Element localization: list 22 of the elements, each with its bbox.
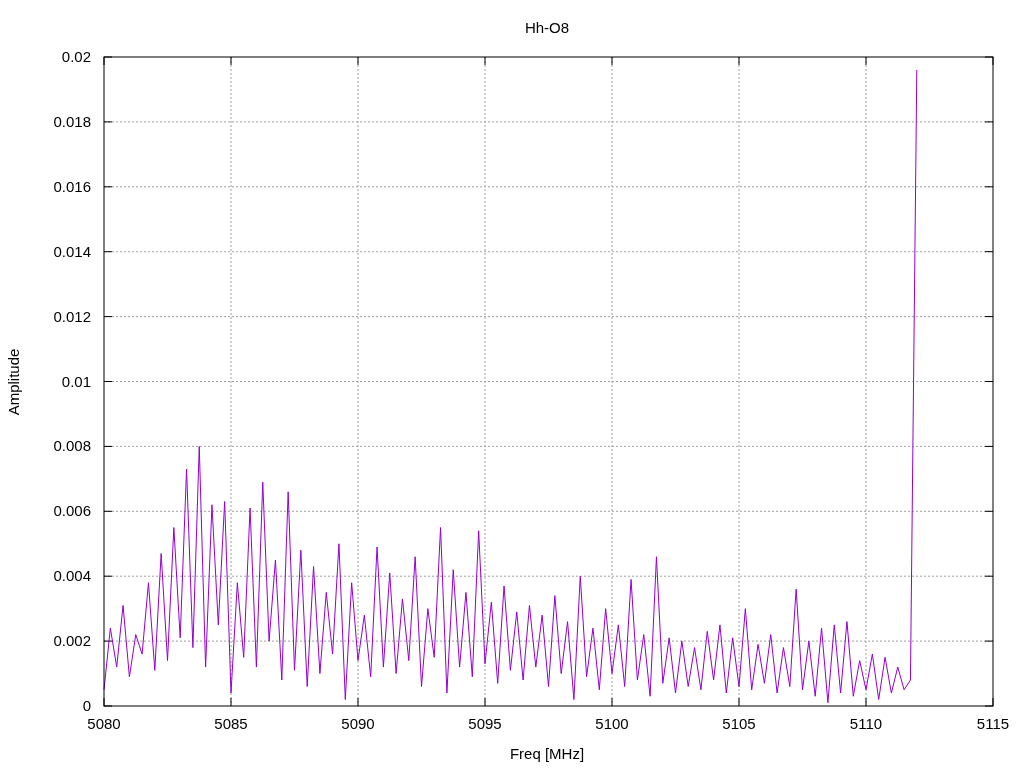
tick-label: 5105 — [722, 715, 756, 732]
axis-label: Amplitude — [5, 348, 22, 416]
axis-label: Freq [MHz] — [509, 745, 585, 762]
tick-label: 0.012 — [53, 307, 91, 325]
tick-label: 0.02 — [61, 48, 91, 65]
chart-title: Hh-O8 — [524, 19, 570, 36]
tick-label: 0.014 — [53, 242, 91, 260]
tick-label: 0.002 — [53, 632, 91, 650]
tick-label: 5085 — [214, 715, 248, 732]
tick-label: 0.016 — [53, 177, 91, 195]
tick-label: 5080 — [87, 715, 121, 732]
tick-label: 5115 — [976, 715, 1010, 732]
tick-label: 0.008 — [53, 437, 91, 455]
tick-label: 5095 — [468, 715, 502, 732]
tick-label: 0.004 — [53, 567, 91, 585]
tick-label: 5110 — [849, 715, 883, 732]
tick-label: 5090 — [341, 715, 375, 732]
tick-label: 0.006 — [53, 502, 91, 520]
tick-label: 0 — [82, 697, 91, 714]
tick-label: 5100 — [595, 715, 629, 732]
tick-label: 0.018 — [53, 112, 91, 130]
tick-label: 0.01 — [61, 372, 91, 390]
